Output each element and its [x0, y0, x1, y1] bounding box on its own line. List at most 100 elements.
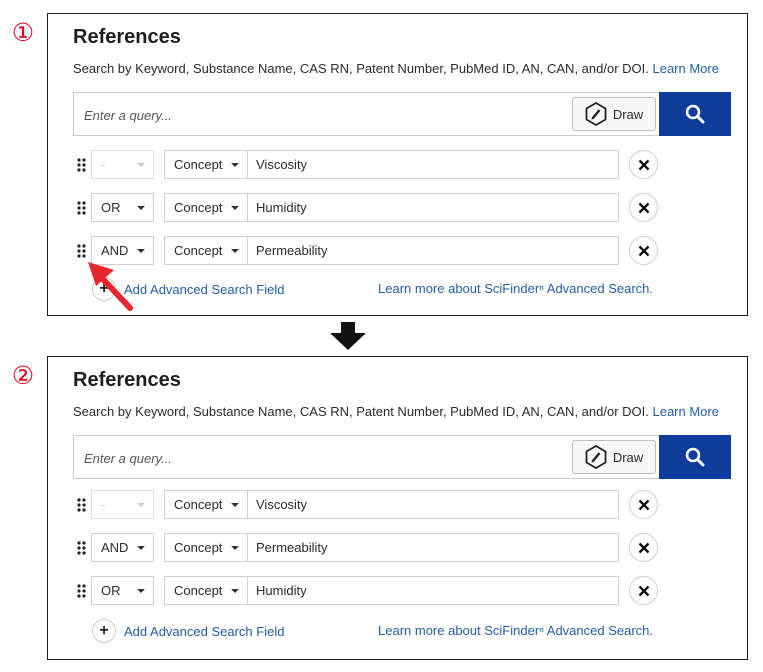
search-term-input[interactable]	[247, 150, 619, 179]
references-panel-after: References Search by Keyword, Substance …	[47, 356, 748, 660]
field-type-value: Concept	[174, 540, 223, 555]
operator-value: AND	[101, 243, 129, 258]
chevron-down-icon	[231, 503, 239, 507]
close-icon	[638, 245, 649, 256]
field-type-select[interactable]: Concept	[164, 533, 248, 562]
operator-select[interactable]: -	[91, 490, 154, 519]
close-icon	[638, 585, 649, 596]
operator-select[interactable]: AND	[91, 533, 154, 562]
chevron-down-icon	[231, 546, 239, 550]
operator-value: OR	[101, 583, 121, 598]
search-button[interactable]	[659, 92, 731, 136]
drag-handle-icon[interactable]	[76, 584, 88, 598]
learn-more-link[interactable]: Learn More	[652, 404, 718, 419]
field-type-select[interactable]: Concept	[164, 150, 248, 179]
drag-handle-icon[interactable]	[76, 201, 88, 215]
chevron-down-icon	[137, 589, 145, 593]
field-type-select[interactable]: Concept	[164, 490, 248, 519]
field-type-value: Concept	[174, 157, 223, 172]
add-field-link[interactable]: Add Advanced Search Field	[124, 282, 284, 297]
field-type-select[interactable]: Concept	[164, 576, 248, 605]
search-field-row: AND Concept	[76, 236, 696, 266]
draw-button-label: Draw	[612, 106, 644, 122]
drag-handle-icon[interactable]	[76, 244, 88, 258]
references-panel-before: References Search by Keyword, Substance …	[47, 13, 748, 316]
hexagon-pencil-icon	[585, 445, 607, 469]
field-type-select[interactable]: Concept	[164, 236, 248, 265]
search-button[interactable]	[659, 435, 731, 479]
drag-handle-icon[interactable]	[76, 541, 88, 555]
field-type-value: Concept	[174, 243, 223, 258]
operator-value: OR	[101, 200, 121, 215]
operator-value: -	[101, 497, 106, 512]
learn-advanced-link[interactable]: Learn more about SciFinderⁿ Advanced Sea…	[378, 281, 653, 296]
close-icon	[638, 499, 649, 510]
search-term-input[interactable]	[247, 193, 619, 222]
search-term-input[interactable]	[247, 576, 619, 605]
close-icon	[638, 202, 649, 213]
add-field-row: + Add Advanced Search Field	[92, 276, 284, 302]
draw-button[interactable]: Draw	[572, 440, 656, 474]
learn-advanced-link[interactable]: Learn more about SciFinderⁿ Advanced Sea…	[378, 623, 653, 638]
search-description-text: Search by Keyword, Substance Name, CAS R…	[73, 404, 649, 419]
drag-handle-icon[interactable]	[76, 158, 88, 172]
chevron-down-icon	[137, 249, 145, 253]
remove-field-button[interactable]	[629, 576, 658, 605]
chevron-down-icon	[137, 206, 145, 210]
search-description-text: Search by Keyword, Substance Name, CAS R…	[73, 61, 649, 76]
add-field-row: + Add Advanced Search Field	[92, 618, 284, 644]
chevron-down-icon	[137, 163, 145, 167]
search-term-input[interactable]	[247, 490, 619, 519]
search-field-row: AND Concept	[76, 533, 696, 563]
query-input[interactable]	[82, 446, 556, 470]
drag-handle-icon[interactable]	[76, 498, 88, 512]
chevron-down-icon	[231, 589, 239, 593]
remove-field-button[interactable]	[629, 236, 658, 265]
close-icon	[638, 159, 649, 170]
chevron-down-icon	[137, 503, 145, 507]
query-box: Draw	[73, 92, 659, 136]
plus-icon: +	[99, 622, 109, 639]
query-input[interactable]	[82, 103, 556, 127]
search-icon	[685, 447, 705, 467]
remove-field-button[interactable]	[629, 150, 658, 179]
plus-icon: +	[99, 280, 109, 297]
hexagon-pencil-icon	[585, 102, 607, 126]
remove-field-button[interactable]	[629, 490, 658, 519]
search-term-input[interactable]	[247, 236, 619, 265]
search-field-row: - Concept	[76, 150, 696, 180]
close-icon	[638, 542, 649, 553]
page-title: References	[73, 369, 181, 391]
field-type-value: Concept	[174, 497, 223, 512]
chevron-down-icon	[231, 249, 239, 253]
remove-field-button[interactable]	[629, 193, 658, 222]
chevron-down-icon	[231, 163, 239, 167]
operator-select[interactable]: OR	[91, 576, 154, 605]
chevron-down-icon	[231, 206, 239, 210]
add-field-link[interactable]: Add Advanced Search Field	[124, 624, 284, 639]
operator-select[interactable]: -	[91, 150, 154, 179]
search-field-row: OR Concept	[76, 193, 696, 223]
draw-button-label: Draw	[612, 449, 644, 465]
remove-field-button[interactable]	[629, 533, 658, 562]
field-type-select[interactable]: Concept	[164, 193, 248, 222]
field-type-value: Concept	[174, 200, 223, 215]
add-field-button[interactable]: +	[92, 619, 116, 643]
operator-value: -	[101, 157, 106, 172]
search-field-row: OR Concept	[76, 576, 696, 606]
search-description: Search by Keyword, Substance Name, CAS R…	[73, 404, 719, 419]
operator-select[interactable]: AND	[91, 236, 154, 265]
query-box: Draw	[73, 435, 659, 479]
learn-more-link[interactable]: Learn More	[652, 61, 718, 76]
draw-button[interactable]: Draw	[572, 97, 656, 131]
add-field-button[interactable]: +	[92, 277, 116, 301]
chevron-down-icon	[137, 546, 145, 550]
arrow-down-icon	[330, 322, 366, 350]
search-icon	[685, 104, 705, 124]
page-title: References	[73, 26, 181, 48]
search-field-row: - Concept	[76, 490, 696, 520]
step-2-number: ②	[11, 361, 35, 390]
operator-select[interactable]: OR	[91, 193, 154, 222]
search-term-input[interactable]	[247, 533, 619, 562]
search-description: Search by Keyword, Substance Name, CAS R…	[73, 61, 719, 76]
